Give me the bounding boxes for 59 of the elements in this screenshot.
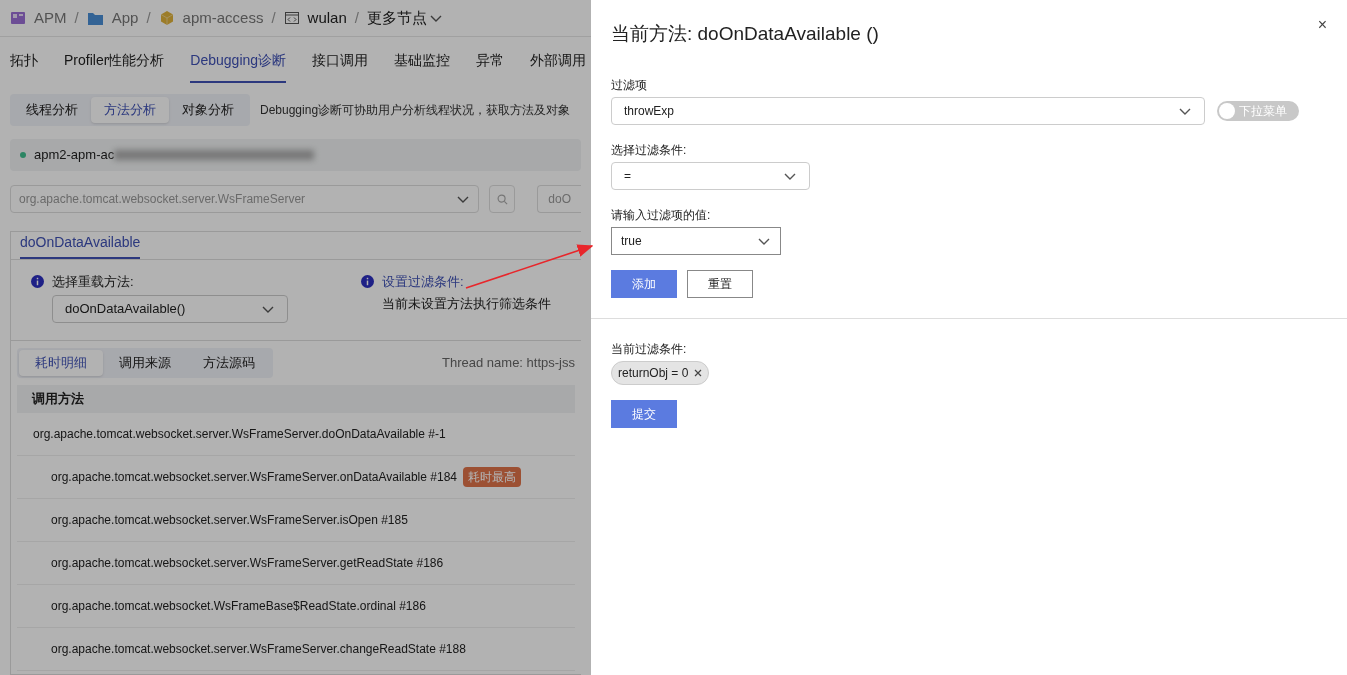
- breadcrumb-link[interactable]: apm-access: [182, 6, 264, 30]
- sub-tab[interactable]: 对象分析: [169, 97, 247, 123]
- table-cell-text: org.apache.tomcat.websocket.server.WsFrameServer.onDataAvailable #184: [51, 469, 457, 486]
- breadcrumb-separator: /: [146, 7, 151, 28]
- method-tab[interactable]: doOnDataAvailable: [20, 232, 141, 259]
- condition-select[interactable]: =: [611, 161, 810, 190]
- breadcrumb-link[interactable]: APM: [34, 6, 67, 30]
- nav-tab[interactable]: Debugging诊断: [190, 50, 287, 83]
- instance-name: apm2-apm-ac: [34, 146, 115, 165]
- current-filter-label: 当前过滤条件:: [611, 340, 688, 358]
- reset-button[interactable]: 重置: [687, 269, 753, 298]
- sub-tab[interactable]: 线程分析: [13, 97, 91, 123]
- table-cell-text: org.apache.tomcat.websocket.server.WsFrameServer.isOpen #185: [51, 512, 408, 529]
- breadcrumb-link[interactable]: wulan: [307, 6, 347, 30]
- nav-tab[interactable]: 接口调用: [312, 50, 369, 83]
- info-icon: [361, 275, 374, 289]
- detail-tab[interactable]: 调用来源: [103, 350, 187, 376]
- info-icon: [31, 275, 44, 289]
- breadcrumb-separator: /: [271, 7, 276, 28]
- submit-button[interactable]: 提交: [611, 399, 677, 428]
- add-button[interactable]: 添加: [611, 269, 677, 298]
- search-icon: [496, 193, 508, 205]
- table-cell-text: org.apache.tomcat.websocket.WsFrameBase$ReadState.ordinal #186: [51, 598, 426, 615]
- detail-tab[interactable]: 方法源码: [187, 350, 271, 376]
- code-window-icon: [283, 10, 300, 26]
- slowest-tag: 耗时最高: [463, 467, 521, 487]
- cube-icon: [158, 10, 175, 26]
- nav-tab[interactable]: 外部调用: [530, 50, 587, 83]
- filter-tag: returnObj = 0: [611, 360, 710, 385]
- value-select[interactable]: true: [611, 226, 781, 255]
- nav-tab[interactable]: 异常: [476, 50, 505, 83]
- sub-tab[interactable]: 方法分析: [91, 97, 169, 123]
- filter-item-select[interactable]: throwExp: [611, 96, 1205, 125]
- overload-label: 选择重载方法:: [52, 273, 134, 291]
- table-cell-text: org.apache.tomcat.websocket.server.WsFrameServer.getReadState #186: [51, 555, 444, 572]
- thread-name-text: Thread name: https-jss: [442, 354, 575, 373]
- table-cell-text: org.apache.tomcat.websocket.server.WsFrameServer.changeReadState #188: [51, 641, 466, 658]
- remove-icon[interactable]: [694, 368, 703, 377]
- value-label: 请输入过滤项的值:: [611, 206, 712, 224]
- more-nodes-dropdown[interactable]: 更多节点: [366, 6, 443, 30]
- column-header: 调用方法: [32, 390, 84, 409]
- nav-tab[interactable]: 基础监控: [394, 50, 451, 83]
- folder-icon: [86, 10, 104, 26]
- table-cell-text: org.apache.tomcat.websocket.server.WsFrameServer.doOnDataAvailable #-1: [33, 426, 446, 443]
- breadcrumb-separator: /: [354, 7, 359, 28]
- nav-tab[interactable]: Profiler性能分析: [64, 50, 165, 83]
- filter-item-label: 过滤项: [611, 76, 648, 94]
- drawer-title: 当前方法: doOnDataAvailable (): [611, 22, 879, 46]
- nav-tab[interactable]: 拓扑: [10, 50, 38, 83]
- close-button[interactable]: ×: [1317, 17, 1327, 33]
- condition-label: 选择过滤条件:: [611, 141, 688, 159]
- breadcrumb-link[interactable]: App: [111, 6, 139, 30]
- detail-tab[interactable]: 耗时明细: [19, 350, 103, 376]
- description-text: Debugging诊断可协助用户分析线程状况，获取方法及对象: [260, 102, 571, 119]
- app-icon: [10, 10, 26, 26]
- filter-link[interactable]: 设置过滤条件:: [382, 272, 464, 292]
- overload-select[interactable]: doOnDataAvailable(): [52, 294, 288, 323]
- breadcrumb-separator: /: [74, 7, 79, 28]
- filter-status-text: 当前未设置方法执行筛选条件: [382, 294, 551, 313]
